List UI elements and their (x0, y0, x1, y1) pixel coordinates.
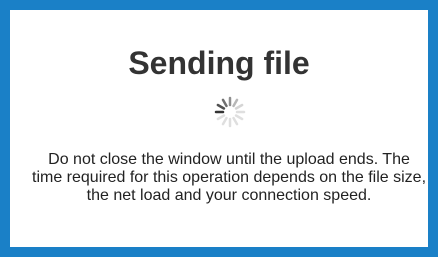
loading-spinner-icon (214, 96, 246, 128)
spinner-spoke (234, 103, 244, 110)
upload-dialog: Sending file Do not close the window unt… (0, 0, 438, 257)
spinner-spoke (234, 114, 244, 121)
spinner-spoke (216, 114, 226, 121)
spinner-spoke (216, 103, 226, 110)
spinner-spoke (232, 98, 239, 108)
upload-message: Do not close the window until the upload… (32, 151, 427, 204)
spinner-spoke (232, 116, 239, 126)
spinner-spoke (221, 98, 228, 108)
spinner-spoke (221, 116, 228, 126)
dialog-title: Sending file (128, 45, 310, 81)
